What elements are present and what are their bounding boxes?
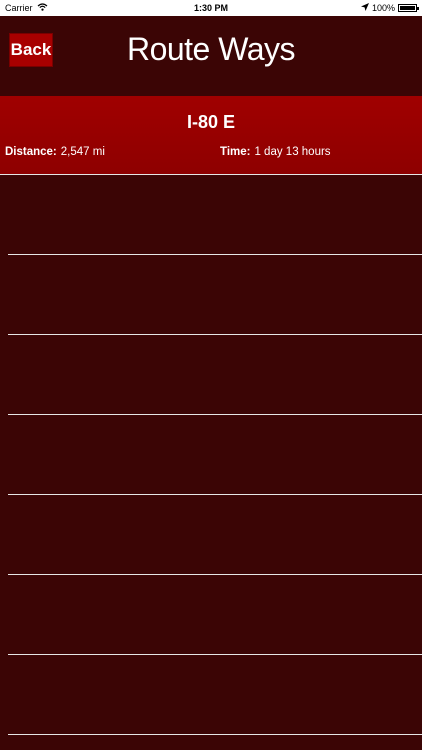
route-step-list[interactable] <box>0 175 422 735</box>
route-header: I-80 E Distance: 2,547 mi Time: 1 day 13 h… <box>0 96 422 174</box>
distance-value: 2,547 mi <box>60 146 105 158</box>
status-right: 100% <box>360 3 419 13</box>
battery-icon <box>398 4 419 12</box>
list-item[interactable] <box>0 415 422 495</box>
route-name: I-80 E <box>186 112 236 132</box>
list-item[interactable] <box>0 655 422 735</box>
list-item[interactable] <box>0 255 422 335</box>
list-item[interactable] <box>0 495 422 575</box>
route-distance: Distance: 2,547 mi <box>5 146 105 158</box>
status-bar: Carrier 1:30 PM 100% <box>0 0 422 16</box>
navigation-bar: Back Route Ways <box>0 16 422 96</box>
battery-percent: 100% <box>371 3 395 13</box>
row-separator <box>8 734 422 735</box>
list-item[interactable] <box>0 175 422 255</box>
location-arrow-icon <box>360 3 369 13</box>
list-item[interactable] <box>0 335 422 415</box>
battery-fill <box>400 6 415 10</box>
time-label: Time: <box>220 146 251 158</box>
time-value: 1 day 13 hours <box>254 146 331 158</box>
route-time: Time: 1 day 13 hours <box>220 146 331 158</box>
page-title: Route Ways <box>126 31 296 67</box>
status-time: 1:30 PM <box>193 3 228 13</box>
distance-label: Distance: <box>5 146 57 158</box>
list-item[interactable] <box>0 575 422 655</box>
